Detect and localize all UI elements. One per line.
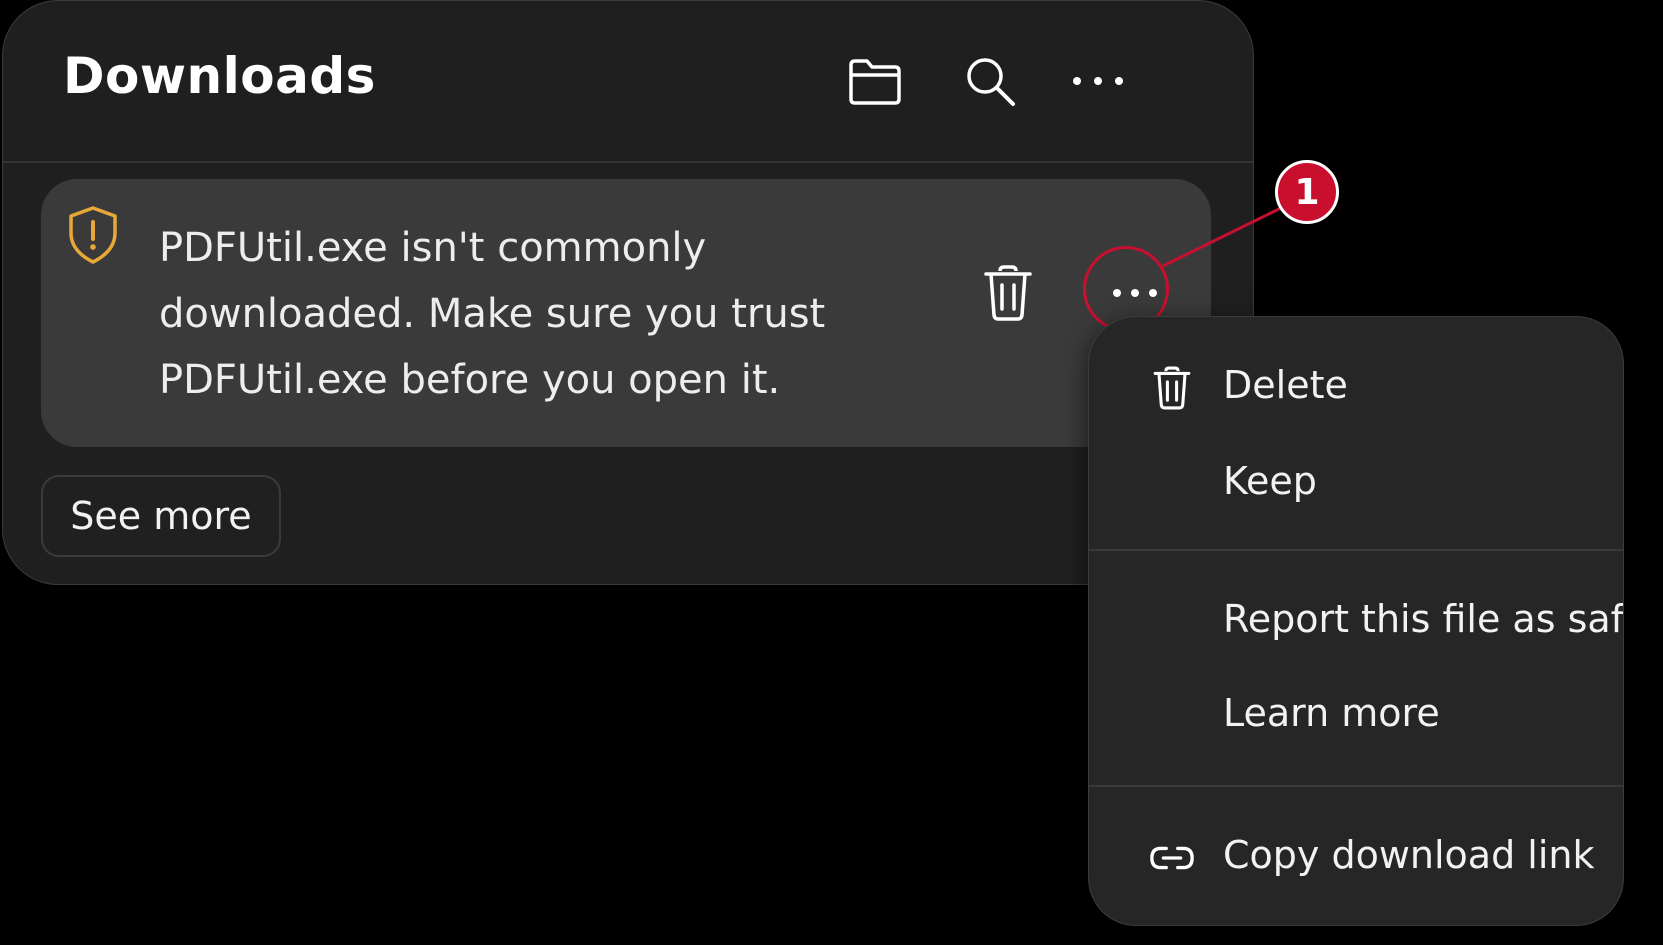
- menu-divider: [1089, 549, 1623, 551]
- menu-item-report-safe[interactable]: Report this file as safe: [1089, 581, 1623, 661]
- panel-header: Downloads: [3, 1, 1253, 163]
- menu-item-keep[interactable]: Keep: [1089, 443, 1623, 523]
- search-icon: [967, 58, 1015, 106]
- downloads-panel: Downloads PDFUtil.exe isn't commonly dow…: [2, 0, 1254, 585]
- menu-item-learn-more[interactable]: Learn more: [1089, 675, 1623, 755]
- menu-item-label: Delete: [1223, 363, 1348, 407]
- link-icon: [1149, 835, 1195, 881]
- menu-divider: [1089, 785, 1623, 787]
- folder-icon: [849, 59, 901, 105]
- panel-more-options-button[interactable]: [1066, 49, 1130, 113]
- shield-warning-icon: [69, 206, 117, 264]
- menu-item-label: Learn more: [1223, 691, 1440, 735]
- trash-icon: [984, 265, 1032, 321]
- menu-item-label: Keep: [1223, 459, 1317, 503]
- download-context-menu: Delete Keep Report this file as safe Lea…: [1088, 316, 1624, 926]
- menu-item-label: Report this file as safe: [1223, 597, 1624, 641]
- menu-item-copy-link[interactable]: Copy download link: [1089, 817, 1623, 897]
- download-warning-message: PDFUtil.exe isn't commonly downloaded. M…: [159, 225, 826, 403]
- more-options-icon: [1073, 77, 1123, 85]
- menu-item-delete[interactable]: Delete: [1089, 347, 1623, 427]
- see-more-button[interactable]: See more: [41, 475, 281, 557]
- delete-download-button[interactable]: [981, 263, 1035, 323]
- download-warning-item: PDFUtil.exe isn't commonly downloaded. M…: [41, 179, 1211, 447]
- screen: Downloads PDFUtil.exe isn't commonly dow…: [0, 0, 1663, 945]
- search-downloads-button[interactable]: [958, 49, 1022, 113]
- panel-title: Downloads: [63, 47, 376, 105]
- trash-icon: [1149, 365, 1195, 411]
- menu-item-label: Copy download link: [1223, 833, 1595, 877]
- open-downloads-folder-button[interactable]: [843, 49, 907, 113]
- callout-number-badge: 1: [1275, 160, 1339, 224]
